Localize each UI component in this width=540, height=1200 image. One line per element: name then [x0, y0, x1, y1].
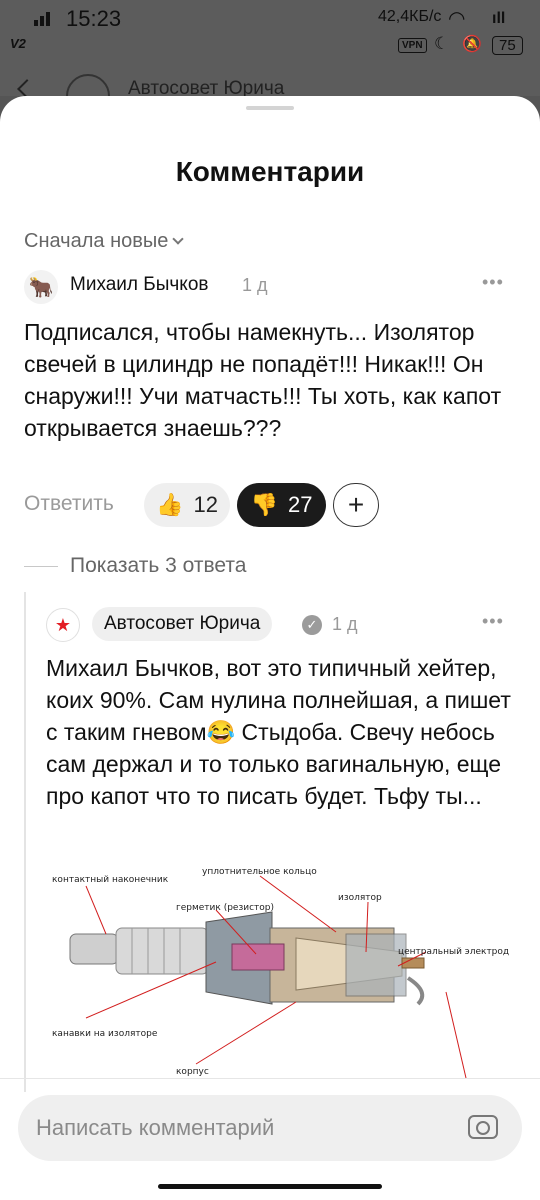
carrier-tag: V2 — [10, 36, 26, 51]
thumb-up-icon: 👍 — [156, 492, 184, 517]
more-dots-icon[interactable]: ••• — [482, 611, 504, 632]
mute-icon: 🔕 — [462, 36, 482, 53]
label-insulator: изолятор — [338, 893, 382, 903]
label-tip: контактный наконечник — [52, 875, 169, 885]
avatar[interactable]: ★ — [46, 608, 80, 642]
chevron-down-icon — [172, 232, 185, 245]
attached-image[interactable]: контактный наконечник уплотнительное кол… — [46, 842, 518, 1079]
comment-author[interactable]: Автосовет Юрича — [92, 607, 273, 641]
like-count: 12 — [193, 492, 218, 517]
verified-icon: ✓ — [302, 615, 322, 635]
sheet-grabber[interactable] — [246, 106, 294, 110]
label-ring: уплотнительное кольцо — [202, 867, 317, 877]
show-replies-button[interactable]: Показать 3 ответа — [70, 554, 246, 578]
plus-icon: + — [347, 489, 365, 520]
home-indicator[interactable] — [158, 1184, 382, 1189]
sheet-title: Комментарии — [175, 156, 365, 187]
label-sealant: герметик (резистор) — [176, 903, 274, 913]
input-divider — [0, 1078, 540, 1079]
sort-label: Сначала новые — [24, 230, 169, 252]
dislike-button[interactable]: 👎 27 — [237, 483, 326, 527]
reply-button[interactable]: Ответить — [24, 492, 114, 516]
wifi-icon: ◠ — [448, 8, 466, 30]
comment-input[interactable]: Написать комментарий — [18, 1095, 522, 1161]
comment-author[interactable]: Михаил Бычков — [70, 274, 208, 296]
thread-divider — [24, 566, 58, 567]
status-bar: 15:23 V2 42,4КБ/с ◠ ıll VPN ☾ 🔕 75 Автос… — [0, 0, 540, 118]
add-reaction-button[interactable]: + — [333, 483, 379, 527]
like-button[interactable]: 👍 12 — [144, 483, 230, 527]
status-time: 15:23 — [66, 6, 122, 31]
camera-icon[interactable] — [468, 1115, 498, 1139]
sort-dropdown[interactable]: Сначала новые — [24, 230, 185, 253]
comment-text: Михаил Бычков, вот это типичный хейтер, … — [46, 655, 511, 809]
avatar[interactable]: 🐂 — [24, 270, 58, 304]
more-dots-icon[interactable]: ••• — [482, 272, 504, 293]
spark-plug-diagram: контактный наконечник уплотнительное кол… — [52, 867, 509, 1079]
label-electrode: центральный электрод — [398, 947, 509, 957]
moon-icon: ☾ — [434, 34, 450, 53]
comment-text: Подписался, чтобы намекнуть... Изолятор … — [24, 319, 502, 441]
cell-signal-icon: ıll — [492, 10, 506, 27]
thumb-down-icon: 👎 — [250, 492, 278, 517]
label-grooves: канавки на изоляторе — [52, 1029, 158, 1039]
comment-time: 1 д — [332, 614, 358, 634]
network-speed: 42,4КБ/с — [378, 8, 442, 25]
label-body: корпус — [176, 1067, 209, 1077]
comment-input-placeholder: Написать комментарий — [36, 1115, 275, 1140]
vpn-badge: VPN — [398, 38, 427, 53]
dislike-count: 27 — [287, 492, 313, 517]
battery-indicator: 75 — [492, 36, 523, 55]
comments-sheet: Комментарии Сначала новые 🐂 Михаил Бычко… — [0, 96, 540, 1200]
thread-line — [24, 592, 26, 1092]
signal-icon — [34, 10, 50, 26]
comment-time: 1 д — [242, 275, 268, 295]
